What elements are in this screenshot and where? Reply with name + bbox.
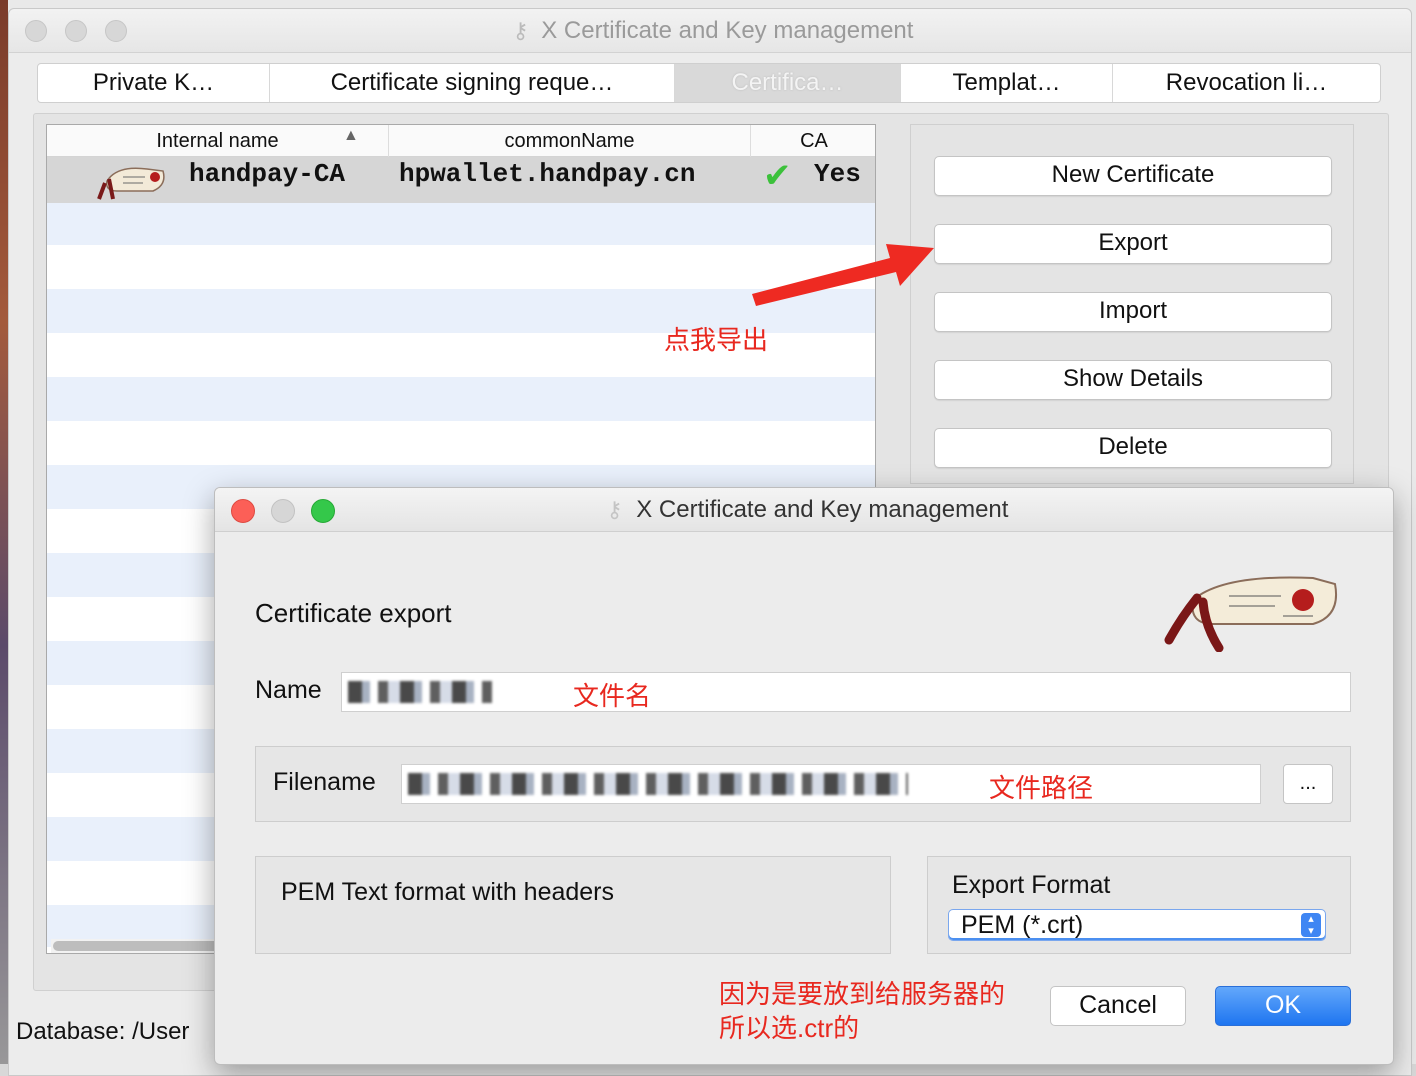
select-stepper-icon: ▴ ▾ — [1301, 913, 1321, 937]
certificate-export-dialog: ⚷ X Certificate and Key management Certi… — [214, 487, 1394, 1065]
row-common-name: hpwallet.handpay.cn — [399, 159, 696, 189]
redacted-name-value — [348, 681, 492, 703]
export-format-label: Export Format — [952, 871, 1111, 899]
import-button[interactable]: Import — [934, 292, 1332, 332]
tab-certificates[interactable]: Certifica… — [675, 64, 901, 102]
row-internal-name: handpay-CA — [189, 159, 346, 189]
certificate-scroll-icon — [97, 161, 169, 211]
annotation-arrow-icon — [752, 244, 934, 306]
annotation-file-path: 文件路径 — [989, 773, 1094, 803]
tab-certificate-signing-requests[interactable]: Certificate signing reque… — [270, 64, 675, 102]
row-ca-value: Yes — [814, 159, 861, 189]
desktop-background — [0, 0, 8, 1076]
ca-check-icon: ✔ — [763, 156, 792, 196]
status-database-path: Database: /User — [16, 1018, 190, 1045]
table-header: Internal name ▲ commonName CA — [47, 125, 875, 157]
tab-revocation-lists[interactable]: Revocation li… — [1113, 64, 1380, 102]
name-input[interactable] — [341, 672, 1351, 712]
tab-bar: Private K… Certificate signing reque… Ce… — [37, 63, 1381, 103]
name-label: Name — [255, 676, 322, 704]
new-certificate-button[interactable]: New Certificate — [934, 156, 1332, 196]
format-description: PEM Text format with headers — [281, 878, 615, 906]
dialog-title: ⚷ X Certificate and Key management — [215, 488, 1393, 532]
tab-private-keys[interactable]: Private K… — [38, 64, 270, 102]
redacted-filename-value — [408, 773, 908, 795]
sort-ascending-icon: ▲ — [343, 127, 359, 144]
annotation-format-note-2: 所以选.ctr的 — [719, 1013, 860, 1043]
filename-input[interactable] — [401, 764, 1261, 804]
filename-label: Filename — [273, 768, 376, 796]
export-format-group: Export Format PEM (*.crt) ▴ ▾ — [927, 856, 1351, 954]
annotation-click-export: 点我导出 — [664, 325, 769, 355]
column-common-name[interactable]: commonName — [389, 125, 751, 157]
export-format-select[interactable]: PEM (*.crt) ▴ ▾ — [948, 909, 1326, 941]
annotation-file-name: 文件名 — [573, 681, 652, 711]
delete-button[interactable]: Delete — [934, 428, 1332, 468]
export-button[interactable]: Export — [934, 224, 1332, 264]
show-details-button[interactable]: Show Details — [934, 360, 1332, 400]
app-key-icon: ⚷ — [606, 497, 623, 522]
dialog-heading: Certificate export — [255, 598, 452, 628]
tab-templates[interactable]: Templat… — [901, 64, 1113, 102]
certificate-scroll-icon — [1164, 576, 1337, 652]
column-internal-name[interactable]: Internal name — [47, 125, 389, 157]
browse-button[interactable]: ... — [1283, 764, 1333, 804]
dialog-titlebar: ⚷ X Certificate and Key management — [215, 488, 1393, 532]
ok-button[interactable]: OK — [1215, 986, 1351, 1026]
app-key-icon: ⚷ — [512, 18, 529, 43]
window-title: ⚷ X Certificate and Key management — [9, 9, 1411, 53]
annotation-format-note-1: 因为是要放到给服务器的 — [719, 979, 1006, 1009]
column-ca[interactable]: CA — [751, 125, 875, 157]
table-row[interactable]: handpay-CA hpwallet.handpay.cn ✔ Yes — [47, 157, 875, 203]
cancel-button[interactable]: Cancel — [1050, 986, 1186, 1026]
main-titlebar: ⚷ X Certificate and Key management — [9, 9, 1411, 53]
